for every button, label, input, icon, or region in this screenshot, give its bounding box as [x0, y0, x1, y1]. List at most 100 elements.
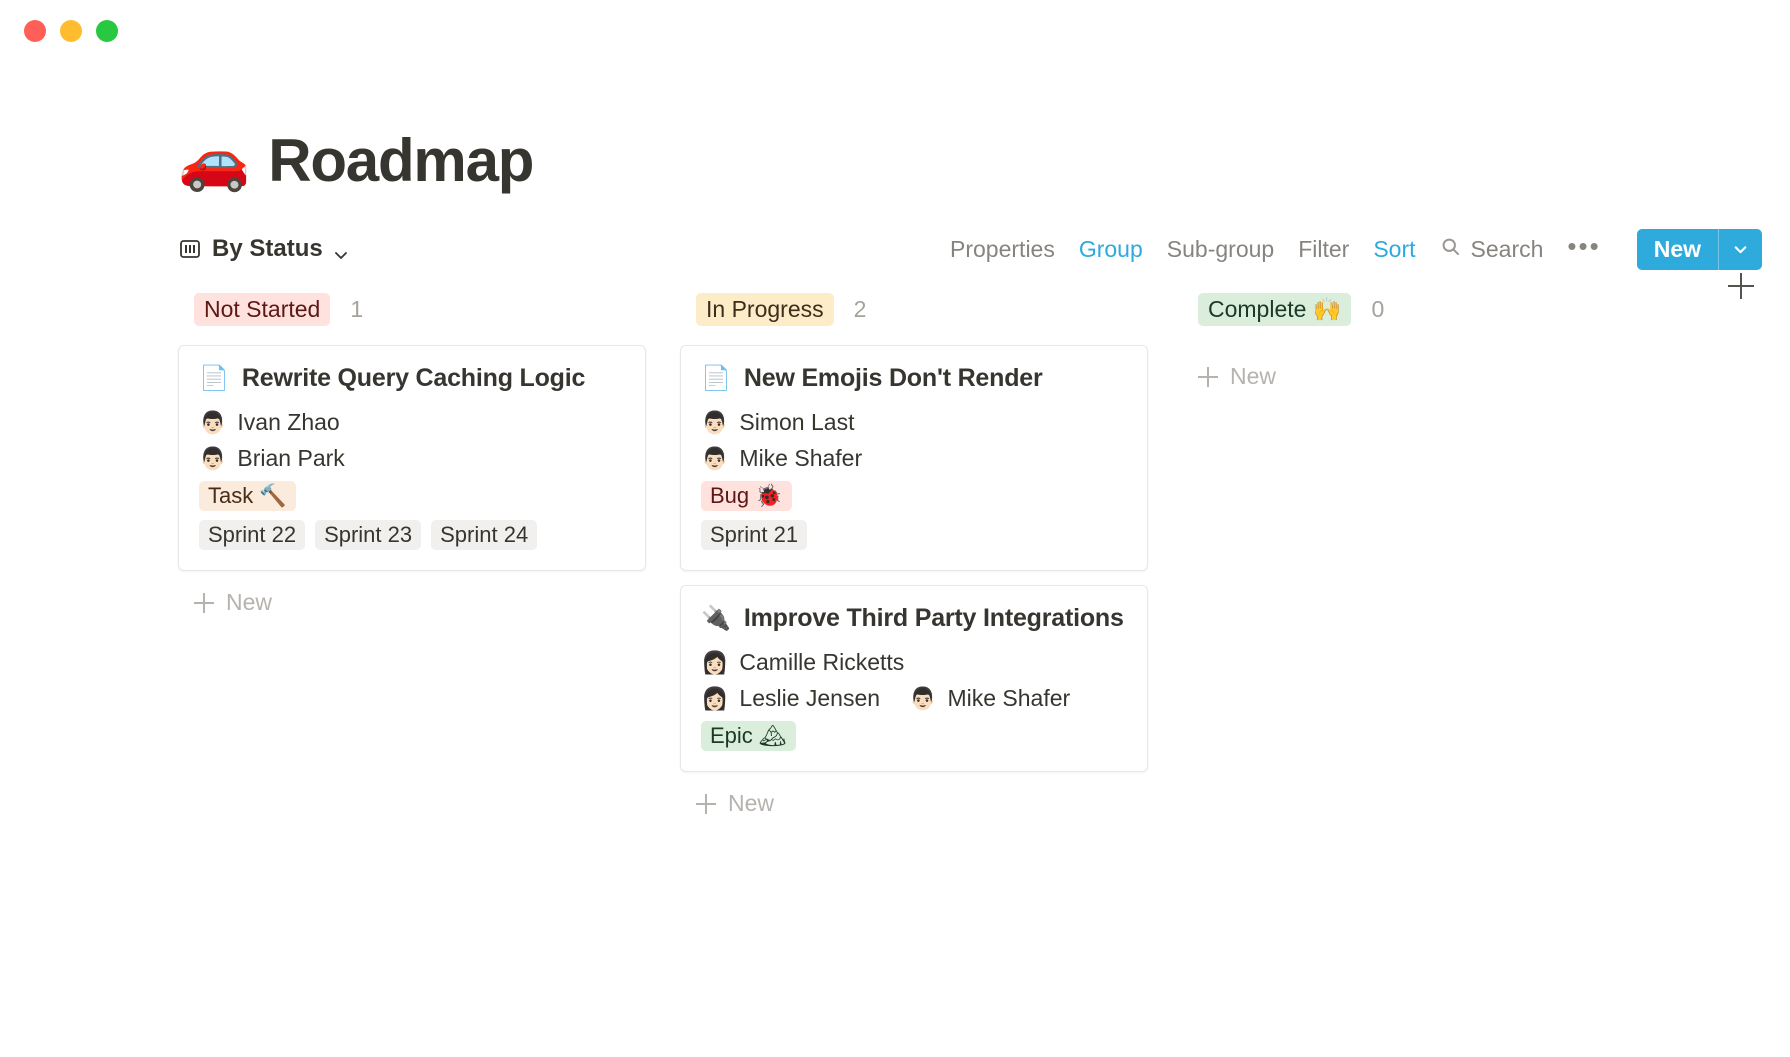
- board-card[interactable]: 🔌 Improve Third Party Integrations 👩🏻 Camil…: [680, 585, 1148, 772]
- page-emoji-icon[interactable]: 🚗: [178, 131, 250, 190]
- card-sprint-tag-row: Sprint 22 Sprint 23 Sprint 24: [199, 520, 625, 550]
- board-column-complete: Complete 🙌 0 New: [1182, 287, 1650, 390]
- card-title: Rewrite Query Caching Logic: [241, 364, 586, 392]
- window-close-button[interactable]: [24, 20, 46, 42]
- window-minimize-button[interactable]: [60, 20, 82, 42]
- column-header[interactable]: Not Started 1: [178, 287, 646, 331]
- card-sprint-tag: Sprint 22: [199, 520, 306, 550]
- card-person-row: 👨🏻 Ivan Zhao: [199, 409, 625, 436]
- card-assignee: 👨🏻 Mike Shafer: [909, 685, 1070, 712]
- card-assignee: 👨🏻 Mike Shafer: [701, 445, 862, 472]
- assignee-name: Simon Last: [739, 409, 855, 435]
- card-title-row: 📄 New Emojis Don't Render: [701, 364, 1127, 393]
- plus-icon: [1728, 273, 1754, 299]
- window-maximize-button[interactable]: [96, 20, 118, 42]
- assignee-name: Mike Shafer: [947, 685, 1071, 711]
- board-column-not-started: Not Started 1 📄 Rewrite Query Caching Logic…: [178, 287, 646, 616]
- page-title: Roadmap: [268, 127, 534, 194]
- avatar: 👨🏻: [199, 409, 227, 435]
- column-new-card-button[interactable]: New: [178, 571, 646, 616]
- card-person-row: 👩🏻 Leslie Jensen 👨🏻 Mike Shafer: [701, 685, 1127, 712]
- new-button-group: New: [1636, 228, 1762, 270]
- view-tab-by-status[interactable]: By Status: [178, 235, 347, 263]
- search-button[interactable]: Search: [1440, 235, 1544, 263]
- column-new-card-button[interactable]: New: [1182, 345, 1650, 390]
- column-card-list: [1182, 331, 1650, 345]
- card-person-row: 👨🏻 Brian Park: [199, 445, 625, 472]
- board-column-in-progress: In Progress 2 📄 New Emojis Don't Render 👨🏻 Si…: [680, 287, 1148, 817]
- column-card-count: 0: [1371, 295, 1385, 322]
- card-assignee: 👨🏻 Brian Park: [199, 445, 345, 472]
- column-card-count: 1: [350, 295, 364, 322]
- new-card-label: New: [728, 790, 775, 816]
- page-title-row: 🚗 Roadmap: [0, 62, 1790, 195]
- view-tab-label: By Status: [212, 235, 323, 262]
- filter-button[interactable]: Filter: [1298, 236, 1349, 263]
- chevron-down-icon: [333, 242, 347, 259]
- card-assignee: 👨🏻 Simon Last: [701, 409, 854, 436]
- avatar: 👨🏻: [701, 445, 729, 471]
- card-sprint-tag-row: Sprint 21: [701, 520, 1127, 550]
- toolbar-actions: Properties Group Sub-group Filter Sort S…: [950, 228, 1762, 270]
- plus-icon: [1198, 366, 1218, 387]
- properties-button[interactable]: Properties: [950, 236, 1055, 263]
- card-person-row: 👨🏻 Mike Shafer: [701, 445, 1127, 472]
- sub-group-button[interactable]: Sub-group: [1167, 236, 1274, 263]
- card-type-tag-row: Epic 🏔: [701, 721, 1127, 751]
- search-label: Search: [1470, 235, 1544, 262]
- board-card[interactable]: 📄 New Emojis Don't Render 👨🏻 Simon Last 👨🏻 Mi…: [680, 345, 1148, 571]
- add-group-button[interactable]: [1728, 273, 1754, 304]
- card-title-row: 📄 Rewrite Query Caching Logic: [199, 364, 625, 393]
- new-button[interactable]: New: [1637, 229, 1718, 270]
- column-card-list: 📄 Rewrite Query Caching Logic 👨🏻 Ivan Zhao 👨…: [178, 331, 646, 571]
- column-new-card-button[interactable]: New: [680, 772, 1148, 817]
- kanban-board: Not Started 1 📄 Rewrite Query Caching Logic…: [0, 265, 1790, 817]
- column-card-count: 2: [853, 295, 867, 322]
- column-status-badge: In Progress: [696, 292, 834, 326]
- card-page-icon: 📄: [199, 364, 229, 392]
- board-card[interactable]: 📄 Rewrite Query Caching Logic 👨🏻 Ivan Zhao 👨…: [178, 345, 646, 571]
- assignee-name: Camille Ricketts: [739, 649, 905, 675]
- card-type-tag-row: Bug 🐞: [701, 481, 1127, 511]
- avatar: 👩🏻: [701, 649, 729, 675]
- assignee-name: Mike Shafer: [739, 445, 863, 471]
- assignee-name: Ivan Zhao: [237, 409, 340, 435]
- card-type-tag: Task 🔨: [199, 481, 296, 511]
- board-view-icon: [178, 237, 202, 261]
- card-sprint-tag: Sprint 24: [431, 520, 538, 550]
- new-button-dropdown[interactable]: [1718, 228, 1762, 270]
- card-assignee: 👨🏻 Ivan Zhao: [199, 409, 340, 436]
- column-header[interactable]: In Progress 2: [680, 287, 1148, 331]
- card-type-tag: Bug 🐞: [701, 481, 792, 511]
- new-card-label: New: [1230, 363, 1277, 389]
- card-page-icon: 📄: [701, 364, 731, 392]
- column-status-badge: Complete 🙌: [1198, 292, 1352, 326]
- plus-icon: [194, 592, 214, 613]
- view-toolbar: By Status Properties Group Sub-group Fil…: [0, 195, 1790, 270]
- card-title-row: 🔌 Improve Third Party Integrations: [701, 604, 1127, 633]
- window-titlebar: [0, 0, 1790, 62]
- card-title: New Emojis Don't Render: [743, 364, 1043, 392]
- card-sprint-tag: Sprint 23: [315, 520, 422, 550]
- card-type-tag: Epic 🏔: [701, 721, 796, 751]
- avatar: 👨🏻: [701, 409, 729, 435]
- avatar: 👩🏻: [701, 685, 729, 711]
- card-person-row: 👩🏻 Camille Ricketts: [701, 649, 1127, 676]
- sort-button[interactable]: Sort: [1373, 236, 1415, 263]
- more-options-button[interactable]: •••: [1567, 233, 1600, 265]
- column-header[interactable]: Complete 🙌 0: [1182, 287, 1650, 331]
- group-button[interactable]: Group: [1079, 236, 1143, 263]
- card-person-row: 👨🏻 Simon Last: [701, 409, 1127, 436]
- assignee-name: Leslie Jensen: [739, 685, 881, 711]
- card-page-icon: 🔌: [701, 604, 731, 632]
- card-assignee: 👩🏻 Camille Ricketts: [701, 649, 904, 676]
- column-card-list: 📄 New Emojis Don't Render 👨🏻 Simon Last 👨🏻 Mi…: [680, 331, 1148, 772]
- avatar: 👨🏻: [199, 445, 227, 471]
- search-icon: [1440, 236, 1461, 263]
- column-status-badge: Not Started: [194, 292, 331, 326]
- plus-icon: [696, 793, 716, 814]
- card-assignee: 👩🏻 Leslie Jensen: [701, 685, 880, 712]
- card-type-tag-row: Task 🔨: [199, 481, 625, 511]
- assignee-name: Brian Park: [237, 445, 345, 471]
- new-card-label: New: [226, 589, 273, 615]
